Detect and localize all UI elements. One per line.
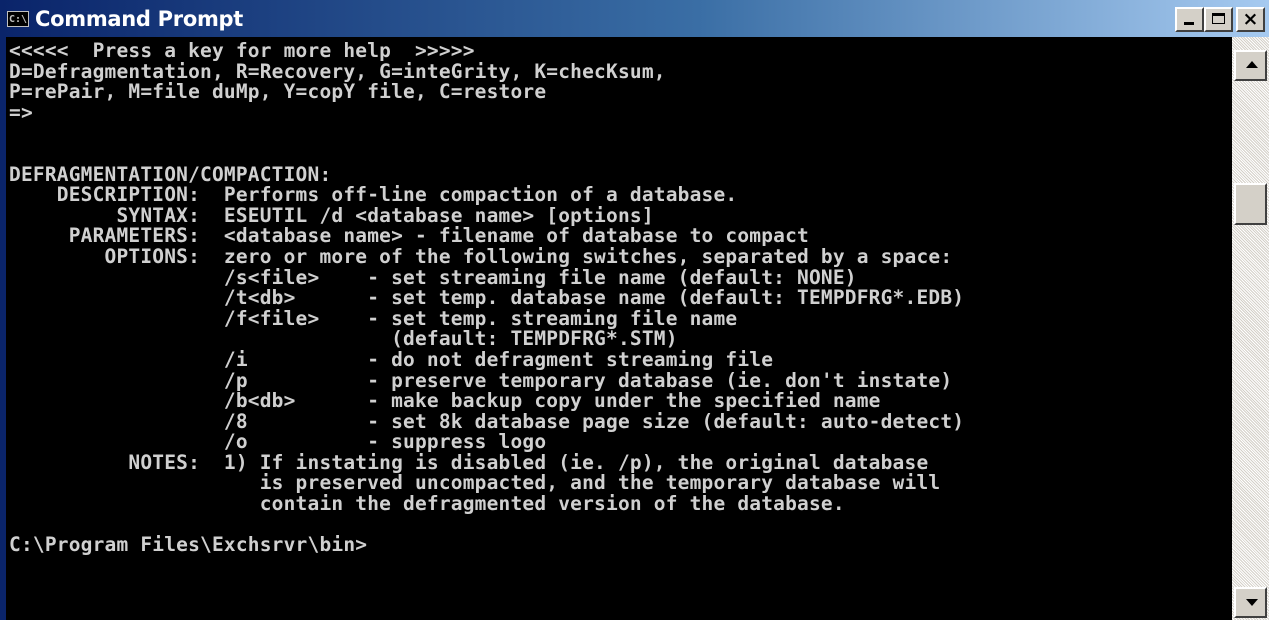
window-controls: × xyxy=(1175,7,1265,32)
scroll-thumb[interactable] xyxy=(1234,183,1267,225)
close-icon: × xyxy=(1242,8,1259,30)
console-line: C:\Program Files\Exchsrvr\bin> xyxy=(9,533,368,557)
console-line: => xyxy=(9,100,33,124)
console-line: is preserved uncompacted, and the tempor… xyxy=(9,471,941,495)
title-bar[interactable]: C:\ Command Prompt × xyxy=(0,0,1269,37)
maximize-button[interactable] xyxy=(1204,7,1233,32)
console-line: PARAMETERS: <database name> - filename o… xyxy=(9,224,809,248)
console-line: P=rePair, M=file duMp, Y=copY file, C=re… xyxy=(9,80,547,104)
scroll-down-arrow-icon xyxy=(1246,599,1258,606)
console-output[interactable]: <<<<< Press a key for more help >>>>> D=… xyxy=(6,37,1232,620)
console-line: /b<db> - make backup copy under the spec… xyxy=(9,389,881,413)
console-line: DEFRAGMENTATION/COMPACTION: xyxy=(9,162,332,186)
window-title: Command Prompt xyxy=(35,6,243,31)
command-prompt-window: C:\ Command Prompt × <<<<< Press a key f… xyxy=(0,0,1269,620)
console-line: /p - preserve temporary database (ie. do… xyxy=(9,368,953,392)
console-app-icon[interactable]: C:\ xyxy=(7,10,29,27)
console-line: D=Defragmentation, R=Recovery, G=inteGri… xyxy=(9,59,666,83)
console-line: DESCRIPTION: Performs off-line compactio… xyxy=(9,183,738,207)
console-line: /t<db> - set temp. database name (defaul… xyxy=(9,286,965,310)
console-line: /i - do not defragment streaming file xyxy=(9,347,774,371)
console-line: /o - suppress logo xyxy=(9,430,547,454)
scroll-up-arrow-icon xyxy=(1246,61,1258,68)
console-line: OPTIONS: zero or more of the following s… xyxy=(9,244,953,268)
console-line: contain the defragmented version of the … xyxy=(9,492,845,516)
scroll-down-button[interactable] xyxy=(1234,587,1267,618)
scroll-up-button[interactable] xyxy=(1234,50,1267,81)
maximize-icon xyxy=(1212,13,1225,24)
console-line: NOTES: 1) If instating is disabled (ie. … xyxy=(9,450,929,474)
minimize-icon xyxy=(1184,22,1194,25)
console-line: /8 - set 8k database page size (default:… xyxy=(9,409,965,433)
close-button[interactable]: × xyxy=(1236,7,1265,32)
console-text: <<<<< Press a key for more help >>>>> D=… xyxy=(6,37,1232,556)
console-line: /f<file> - set temp. streaming file name xyxy=(9,306,738,330)
console-line: <<<<< Press a key for more help >>>>> xyxy=(9,39,475,62)
console-line: SYNTAX: ESEUTIL /d <database name> [opti… xyxy=(9,203,654,227)
console-line: (default: TEMPDFRG*.STM) xyxy=(9,327,678,351)
minimize-button[interactable] xyxy=(1175,7,1204,32)
console-line: /s<file> - set streaming file name (defa… xyxy=(9,265,857,289)
vertical-scrollbar[interactable] xyxy=(1232,37,1269,620)
